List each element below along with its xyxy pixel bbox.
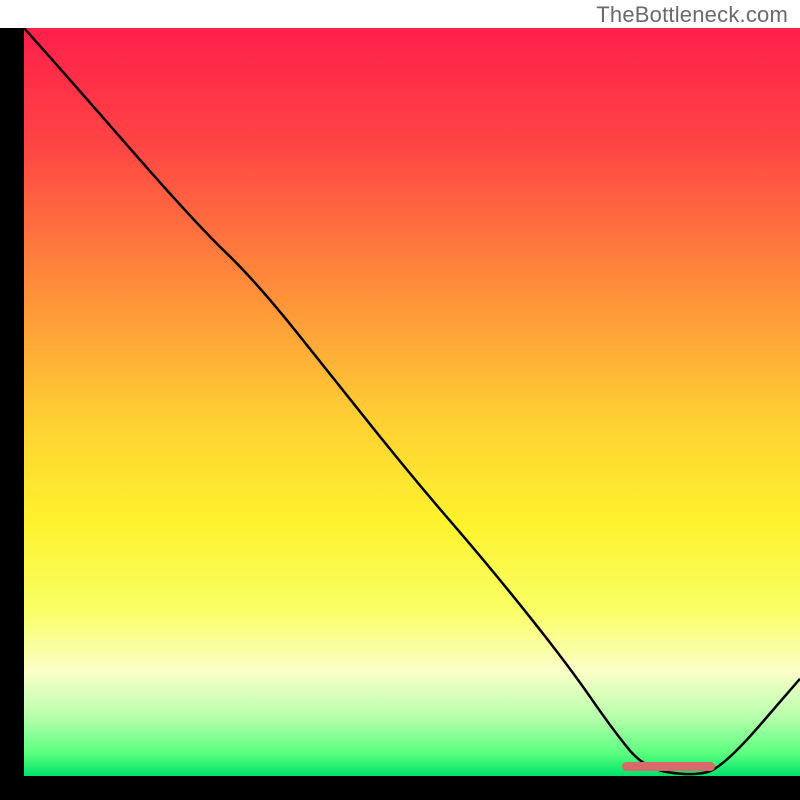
bottleneck-curve — [24, 28, 800, 776]
optimal-range-bar — [622, 762, 715, 771]
plot-area — [24, 28, 800, 776]
watermark-text: TheBottleneck.com — [596, 2, 788, 28]
chart-root: TheBottleneck.com — [0, 0, 800, 800]
plot-frame — [0, 28, 800, 800]
